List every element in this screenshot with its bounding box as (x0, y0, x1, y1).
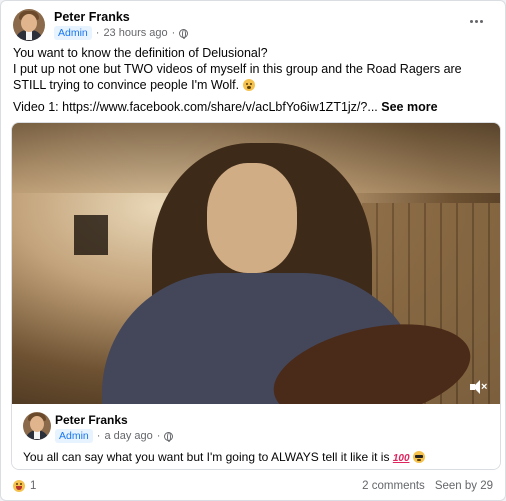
reactions[interactable]: 1 (13, 480, 36, 492)
video-player[interactable]: × (12, 123, 500, 404)
sunglasses-emoji-icon (412, 451, 425, 463)
avatar[interactable] (23, 412, 51, 440)
post-text-line: You want to know the definition of Delus… (13, 46, 268, 60)
comments-count[interactable]: 2 comments (362, 480, 425, 492)
shared-post-time[interactable]: a day ago (104, 430, 152, 442)
post-time[interactable]: 23 hours ago (103, 27, 167, 39)
haha-reaction-icon (13, 480, 25, 492)
meta-separator: · (96, 430, 101, 442)
flushed-emoji-icon (242, 79, 255, 91)
globe-icon (164, 431, 174, 442)
author-name[interactable]: Peter Franks (54, 10, 130, 24)
shared-post-info: Peter Franks Admin · a day ago · You all… (12, 404, 500, 469)
meta-separator: · (156, 430, 161, 442)
admin-badge[interactable]: Admin (55, 429, 93, 443)
video-link[interactable]: Video 1: https://www.facebook.com/share/… (13, 100, 378, 114)
reaction-count: 1 (30, 480, 37, 492)
shared-post-card[interactable]: × Peter Franks Admin · a day ago · You a… (11, 122, 501, 470)
meta-separator: · (95, 27, 100, 39)
meta-separator: · (171, 27, 176, 39)
shared-text: You all can say what you want but I'm go… (23, 450, 390, 464)
post-body: You want to know the definition of Delus… (13, 45, 497, 115)
see-more-link[interactable]: See more (381, 100, 437, 114)
avatar[interactable] (13, 9, 45, 41)
more-options-icon[interactable] (465, 13, 487, 29)
post-card: Peter Franks Admin · 23 hours ago · You … (0, 0, 506, 501)
seen-by-count[interactable]: Seen by 29 (435, 480, 493, 492)
admin-badge[interactable]: Admin (54, 26, 92, 40)
post-footer: 1 2 comments Seen by 29 (13, 479, 493, 495)
post-text-line-2: I put up not one but TWO videos of mysel… (13, 62, 462, 92)
post-meta: Admin · 23 hours ago · (54, 26, 189, 40)
post-text-line: Video 1: https://www.facebook.com/share/… (13, 99, 497, 115)
shared-post-text: You all can say what you want but I'm go… (23, 450, 425, 464)
post-text-line: I put up not one but TWO videos of mysel… (13, 61, 497, 93)
shared-post-meta: Admin · a day ago · (55, 429, 174, 443)
post-stats: 2 comments Seen by 29 (362, 480, 493, 492)
volume-muted-icon[interactable]: × (468, 378, 488, 396)
globe-icon (179, 28, 189, 39)
hundred-points-emoji-icon: 100 (392, 453, 410, 464)
shared-author-name[interactable]: Peter Franks (55, 413, 128, 427)
post-header: Peter Franks Admin · 23 hours ago · (13, 9, 493, 43)
